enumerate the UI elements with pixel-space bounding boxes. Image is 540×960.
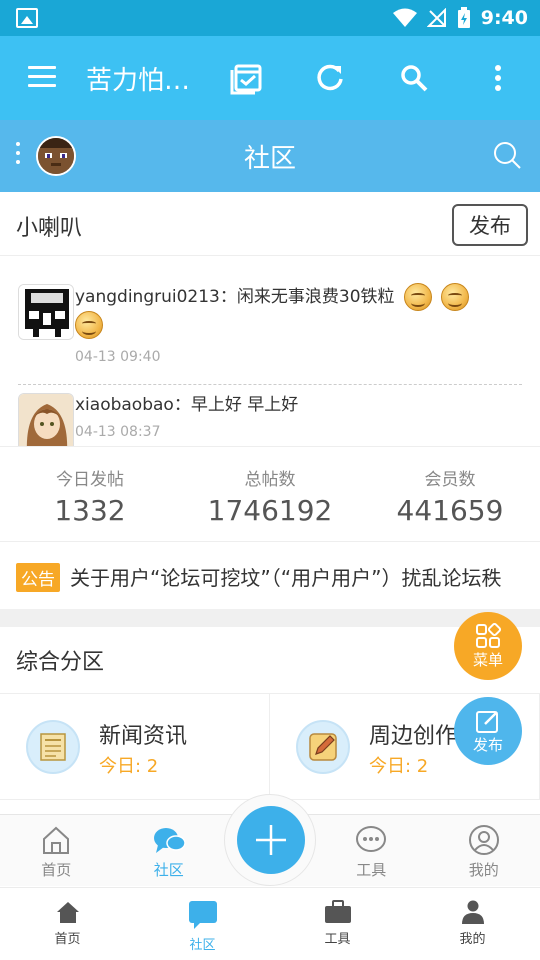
post-avatar[interactable] (18, 284, 74, 340)
inner-tab-label: 首页 (41, 861, 72, 879)
post-time: 04-13 09:40 (75, 349, 161, 365)
grid-menu-icon (476, 622, 501, 648)
publish-fab-button[interactable]: 发布 (454, 697, 522, 765)
post-separator: ： (219, 287, 237, 307)
section-gap (0, 609, 540, 627)
bottom-navigation: 首页 社区 工具 我的 (0, 887, 540, 960)
bottom-nav-label: 工具 (324, 932, 351, 947)
status-time: 9:40 (480, 7, 528, 29)
hamburger-menu-icon[interactable] (28, 66, 56, 88)
home-icon (56, 902, 79, 923)
app-title: 苦力怕… (86, 66, 191, 96)
stat-value: 1332 (54, 494, 126, 527)
bottom-nav-label: 首页 (54, 932, 81, 947)
forum-today-count: 今日: 2 (369, 756, 429, 777)
smiley-emoji-icon (441, 283, 470, 311)
community-title: 社区 (243, 144, 296, 174)
person-icon (461, 900, 484, 924)
smiley-emoji-icon (75, 311, 103, 339)
chat-icon (188, 901, 217, 929)
speaker-header: 小喇叭 发布 (0, 192, 540, 256)
post-avatar[interactable] (18, 393, 74, 446)
wifi-icon (392, 8, 417, 27)
section-title: 综合分区 (16, 650, 105, 675)
home-icon (43, 826, 70, 854)
announcement-tag: 公告 (16, 563, 60, 592)
post-text: yangdingrui0213：闲来无事浪费30铁粒 (75, 283, 526, 339)
forum-stats: 今日发帖 1332 总帖数 1746192 会员数 441659 (0, 446, 540, 542)
post-message: 闲来无事浪费30铁粒 (236, 287, 395, 307)
status-bar: 9:40 (0, 0, 540, 36)
stat-today-posts: 今日发帖 1332 (0, 447, 180, 541)
battery-icon (457, 7, 470, 28)
briefcase-icon (324, 900, 351, 923)
bottom-nav-me[interactable]: 我的 (405, 888, 540, 960)
forum-name: 周边创作 (369, 724, 458, 749)
post-separator: ： (173, 395, 191, 415)
chat-icon (153, 828, 186, 853)
newspaper-icon (26, 720, 80, 774)
no-signal-icon (426, 8, 446, 27)
user-icon (468, 825, 499, 855)
center-add-button[interactable] (237, 806, 305, 874)
pencil-icon (296, 720, 350, 774)
smiley-emoji-icon (403, 283, 432, 311)
speaker-post[interactable]: xiaobaobao：早上好 早上好 04-13 08:37 (0, 385, 540, 446)
community-search-icon[interactable] (492, 140, 522, 174)
edit-icon (476, 710, 498, 733)
inner-tab-tools[interactable]: 工具 (315, 815, 428, 886)
more-vertical-icon[interactable] (478, 58, 518, 98)
plus-icon (256, 825, 286, 855)
inner-tab-label: 我的 (468, 861, 499, 879)
bottom-nav-home[interactable]: 首页 (0, 888, 135, 960)
stat-label: 总帖数 (244, 470, 296, 490)
app-toolbar: 苦力怕… (0, 36, 540, 120)
status-right: 9:40 (392, 0, 528, 36)
speaker-title: 小喇叭 (16, 216, 83, 241)
search-icon[interactable] (394, 58, 434, 98)
stat-label: 今日发帖 (56, 470, 124, 490)
forum-name: 新闻资讯 (99, 724, 188, 749)
bottom-nav-label: 社区 (189, 938, 216, 953)
calendar-check-icon[interactable] (226, 58, 266, 98)
forum-today-count: 今日: 2 (99, 756, 159, 777)
inner-tab-community[interactable]: 社区 (113, 815, 226, 886)
announcement-bar[interactable]: 公告 关于用户“论坛可挖坟”（“用户用户”）扰乱论坛秩 (0, 543, 540, 609)
post-time: 04-13 08:37 (75, 424, 161, 440)
publish-fab-label: 发布 (472, 735, 503, 754)
stat-value: 1746192 (207, 494, 333, 527)
inner-tab-label: 工具 (356, 861, 387, 879)
bottom-nav-community[interactable]: 社区 (135, 888, 270, 960)
inner-tab-label: 社区 (153, 861, 184, 879)
forum-tile-news[interactable]: 新闻资讯 今日: 2 (0, 694, 270, 800)
speaker-publish-button[interactable]: 发布 (452, 204, 528, 246)
inner-tab-home[interactable]: 首页 (0, 815, 113, 886)
bottom-nav-label: 我的 (459, 932, 486, 947)
stat-value: 441659 (396, 494, 504, 527)
post-username[interactable]: xiaobaobao (75, 395, 174, 415)
menu-fab-label: 菜单 (472, 650, 503, 669)
chat-dots-icon (356, 826, 387, 852)
stat-label: 会员数 (424, 470, 476, 490)
refresh-icon[interactable] (310, 58, 350, 98)
bottom-nav-tools[interactable]: 工具 (270, 888, 405, 960)
stat-total-posts: 总帖数 1746192 (180, 447, 360, 541)
community-header: 社区 (0, 120, 540, 192)
announcement-text[interactable]: 关于用户“论坛可挖坟”（“用户用户”）扰乱论坛秩 (70, 562, 501, 591)
speaker-post[interactable]: yangdingrui0213：闲来无事浪费30铁粒 04-13 09:40 (0, 270, 540, 380)
post-message: 早上好 早上好 (190, 395, 299, 415)
inner-tab-me[interactable]: 我的 (428, 815, 540, 886)
post-text: xiaobaobao：早上好 早上好 (75, 391, 526, 419)
stat-members: 会员数 441659 (360, 447, 540, 541)
post-username[interactable]: yangdingrui0213 (75, 287, 220, 307)
menu-fab-button[interactable]: 菜单 (454, 612, 522, 680)
image-notification-icon (16, 8, 38, 28)
